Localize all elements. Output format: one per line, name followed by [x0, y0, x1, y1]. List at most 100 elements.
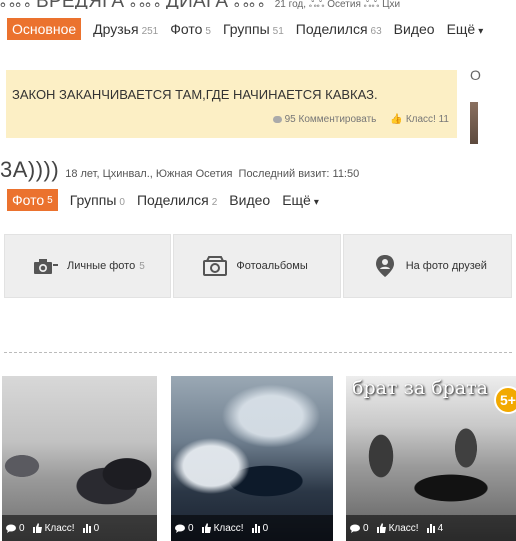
- nav-friends-count: 251: [141, 26, 159, 37]
- comment-icon: [175, 524, 185, 533]
- tab-friends-photos-label: На фото друзей: [405, 260, 487, 272]
- nav-groups-count: 51: [272, 26, 284, 37]
- nav2-photos-count: 5: [47, 194, 53, 206]
- section-divider: [4, 352, 512, 353]
- photo-comments[interactable]: 0: [350, 523, 369, 534]
- profile-last-visit: Последний визит: 11:50: [238, 168, 360, 180]
- photo-stats: 0 Класс! 0: [2, 515, 157, 541]
- camera-icon: [33, 255, 59, 277]
- like-icon: [201, 523, 211, 533]
- nav-groups-label: Группы: [222, 21, 270, 37]
- comment-icon: [350, 524, 360, 533]
- nav-friends-label: Друзья: [93, 21, 139, 37]
- photo-comments-count: 0: [19, 522, 25, 534]
- photo-views: 4: [426, 522, 444, 534]
- nav2-photos-label: Фото: [12, 192, 45, 208]
- status-meta: 95 Комментировать 👍 Класс! 11: [272, 114, 449, 125]
- side-image-fragment[interactable]: [470, 102, 478, 144]
- nav2-shared[interactable]: Поделился 2: [137, 192, 217, 208]
- nav-more[interactable]: Ещё ▾: [447, 21, 484, 37]
- photo-comments[interactable]: 0: [6, 523, 25, 534]
- nav-photos[interactable]: Фото 5: [170, 21, 211, 37]
- status-like-link[interactable]: Класс!: [406, 114, 436, 125]
- tab-personal-photos[interactable]: Личные фото 5: [4, 234, 172, 298]
- bars-icon: [82, 523, 91, 533]
- like-icon: [376, 523, 386, 533]
- photo-like-label: Класс!: [213, 522, 244, 534]
- photo-views: 0: [82, 522, 100, 534]
- profile-header-fragment: ஃஃ ВРЕДЯГА ஃஃ ДИАГА ஃஃ 21 год, ஃஃ Осетия…: [0, 0, 516, 9]
- like-icon: [32, 523, 42, 533]
- nav2-video-label: Видео: [229, 192, 271, 208]
- comment-icon: [272, 116, 282, 123]
- chevron-down-icon: ▾: [313, 197, 319, 208]
- photo-thumbnail[interactable]: 0 Класс! 0: [171, 376, 333, 541]
- tab-personal-photos-count: 5: [139, 260, 145, 272]
- profile-line: 3А)))) 18 лет, Цхинвал., Южная Осетия По…: [0, 157, 359, 183]
- album-icon: [202, 255, 228, 277]
- photo-comments-count: 0: [363, 522, 369, 534]
- chevron-down-icon: ▾: [478, 26, 484, 37]
- nav-video-label: Видео: [393, 21, 435, 37]
- nav-shared-label: Поделился: [295, 21, 368, 37]
- photo-stats: 0 Класс! 0: [171, 515, 333, 541]
- tab-personal-photos-label: Личные фото: [67, 260, 136, 272]
- photo-thumbnail[interactable]: 0 Класс! 0: [2, 376, 157, 541]
- photo-like-label: Класс!: [44, 522, 75, 534]
- profile-info: 18 лет, Цхинвал., Южная Осетия: [65, 168, 233, 180]
- nav-friends[interactable]: Друзья 251: [93, 21, 158, 37]
- status-comment-link[interactable]: Комментировать: [299, 114, 377, 125]
- photo-views-count: 4: [437, 522, 444, 534]
- nav-more-label: Ещё: [446, 21, 476, 37]
- tab-friends-photos[interactable]: На фото друзей: [342, 234, 513, 298]
- like-icon: 👍: [390, 114, 403, 125]
- photo-like-label: Класс!: [388, 522, 419, 534]
- photo-thumbnail[interactable]: брат за брата 5+ 0 Класс! 4: [346, 376, 516, 541]
- nav-photos-count: 5: [205, 26, 211, 37]
- nav2-more[interactable]: Ещё ▾: [282, 192, 319, 208]
- nav-video[interactable]: Видео: [394, 21, 435, 37]
- nav2-shared-count: 2: [211, 197, 218, 208]
- status-note: ЗАКОН ЗАКАНЧИВАЕТСЯ ТАМ,ГДЕ НАЧИНАЕТСЯ К…: [6, 70, 457, 138]
- comment-icon: [6, 524, 16, 533]
- nav2-more-label: Ещё: [282, 192, 311, 208]
- age-rating-badge: 5+: [494, 386, 516, 414]
- photo-like[interactable]: Класс!: [32, 522, 75, 534]
- profile-info-fragment: 21 год, ஃஃ Осетия ஃஃ Цхи: [274, 0, 401, 9]
- photo-views-count: 0: [262, 522, 269, 534]
- status-like-count: 11: [438, 114, 449, 125]
- tab-albums[interactable]: Фотоальбомы: [173, 234, 341, 298]
- pin-person-icon: [372, 255, 398, 277]
- profile-name[interactable]: 3А)))): [0, 157, 59, 183]
- nav2-groups-count: 0: [119, 197, 125, 208]
- nav2-video[interactable]: Видео: [229, 192, 270, 208]
- photo-like[interactable]: Класс!: [376, 522, 419, 534]
- nav-photos-label: Фото: [170, 21, 203, 37]
- side-column-fragment: О: [470, 67, 481, 147]
- photo-views-count: 0: [93, 522, 100, 534]
- photo-like[interactable]: Класс!: [201, 522, 244, 534]
- nav-main[interactable]: Основное: [7, 18, 82, 40]
- profile-nav-secondary: Фото 5 Группы 0 Поделился 2 Видео Ещё ▾: [7, 189, 331, 211]
- bars-icon: [251, 523, 260, 533]
- photo-comments-count: 0: [188, 522, 194, 534]
- nav2-photos[interactable]: Фото 5: [7, 189, 58, 211]
- nav2-groups-label: Группы: [69, 192, 117, 208]
- profile-nav: Основное Друзья 251 Фото 5 Группы 51 Подели…: [7, 18, 495, 40]
- side-fragment-letter: О: [470, 67, 481, 83]
- nav-groups[interactable]: Группы 51: [223, 21, 284, 37]
- bars-icon: [426, 523, 435, 533]
- photo-stats: 0 Класс! 4: [346, 515, 516, 541]
- profile-name-fragment: ஃஃ ВРЕДЯГА ஃஃ ДИАГА ஃஃ: [0, 0, 264, 9]
- tab-albums-label: Фотоальбомы: [236, 260, 308, 272]
- nav2-shared-label: Поделился: [136, 192, 209, 208]
- nav-main-label: Основное: [12, 21, 77, 37]
- photo-comments[interactable]: 0: [175, 523, 194, 534]
- nav-shared[interactable]: Поделился 63: [296, 21, 382, 37]
- status-text: ЗАКОН ЗАКАНЧИВАЕТСЯ ТАМ,ГДЕ НАЧИНАЕТСЯ К…: [12, 87, 378, 102]
- photo-overlay-title: брат за брата: [352, 377, 488, 399]
- photo-tabs: Личные фото 5 Фотоальбомы На фото друзей: [4, 234, 513, 298]
- status-comments-count: 95: [284, 114, 296, 125]
- photo-views: 0: [251, 522, 269, 534]
- nav2-groups[interactable]: Группы 0: [70, 192, 125, 208]
